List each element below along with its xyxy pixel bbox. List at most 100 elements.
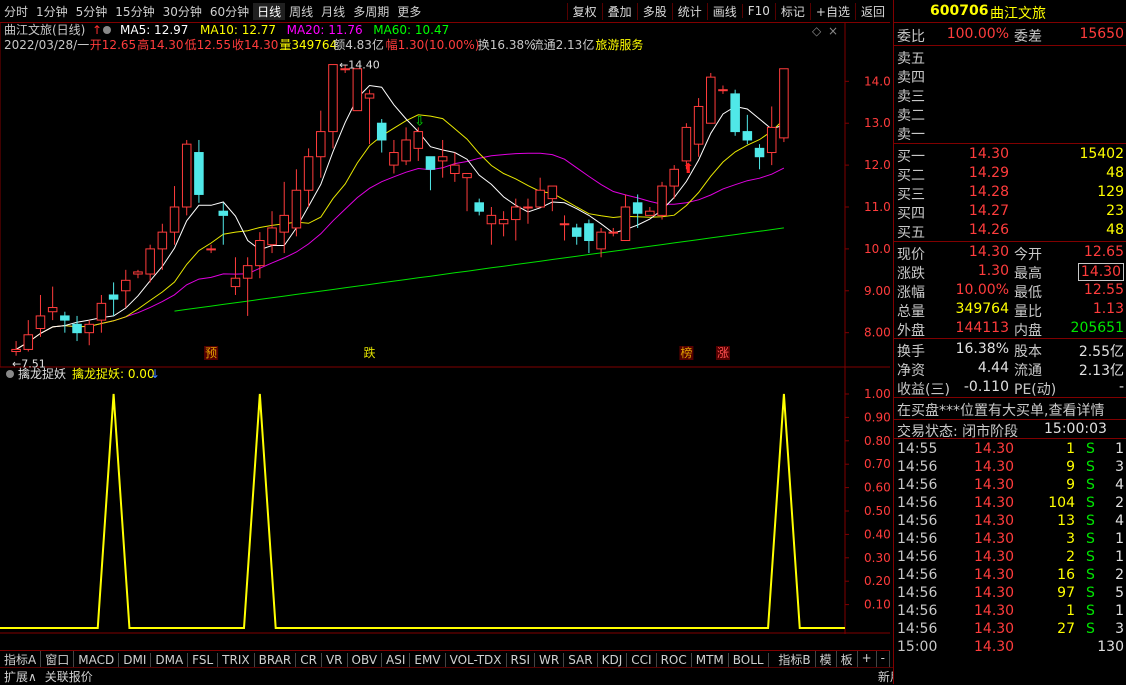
stat-label-2: 今开: [1014, 247, 1042, 263]
indicator-tab-16[interactable]: SAR: [564, 652, 598, 667]
y-tick-label: 14.00: [864, 74, 890, 88]
indicator-tab-17[interactable]: KDJ: [598, 652, 628, 667]
period-tab-7[interactable]: 周线: [285, 3, 317, 20]
bigorder-notice-text[interactable]: 在买盘***位置有大买单,查看详情: [897, 400, 1104, 420]
indicator-tab-4[interactable]: DMA: [151, 652, 189, 667]
tool-button-1[interactable]: 叠加: [601, 2, 637, 20]
candle: [352, 68, 363, 112]
indicator-tab-12[interactable]: EMV: [410, 652, 446, 667]
candle: [133, 269, 143, 279]
period-tab-6[interactable]: 日线: [253, 2, 286, 20]
period-tab-5[interactable]: 60分钟: [206, 3, 253, 20]
candle: [218, 202, 229, 245]
tick-row: 14:56 14.30 9 S 3: [894, 459, 1126, 477]
indicator-tab-14[interactable]: RSI: [507, 652, 536, 667]
kline-svg[interactable]: 曲江文旅(日线) ↑ MA5: 12.97 MA10: 12.77 MA20: 11.7…: [0, 21, 898, 649]
tool-button-6[interactable]: 标记: [774, 2, 810, 20]
indicator-tab-10[interactable]: OBV: [348, 652, 383, 667]
stat2-label-2: 流通: [1014, 363, 1042, 379]
tabs-right-item-4[interactable]: -: [877, 651, 890, 668]
candle-body: [498, 219, 509, 225]
period-tab-0[interactable]: 分时: [0, 3, 32, 20]
candle-body: [218, 210, 229, 216]
indicator-tab-5[interactable]: FSL: [188, 652, 219, 667]
tick-price: 14.30: [974, 495, 1015, 511]
tabs-right-item-2[interactable]: 板: [837, 651, 858, 668]
indicator-tab-3[interactable]: DMI: [119, 652, 152, 667]
indicator-tab-8[interactable]: CR: [296, 652, 322, 667]
candle: [450, 152, 460, 182]
tool-button-7[interactable]: +自选: [809, 2, 855, 20]
candle: [328, 64, 338, 149]
period-tab-1[interactable]: 1分钟: [32, 3, 72, 20]
candle-body: [669, 168, 679, 187]
diamond-icon[interactable]: ◇: [812, 24, 822, 38]
candle-body: [779, 68, 789, 139]
candle-body: [718, 89, 728, 92]
candle: [108, 282, 119, 316]
stat-value: 1.30: [977, 263, 1009, 279]
status-left-1[interactable]: 关联报价: [41, 668, 97, 685]
ind-tick-label: 0.30: [864, 551, 890, 565]
period-tab-3[interactable]: 15分钟: [111, 3, 158, 20]
candle: [535, 177, 545, 208]
candle-body: [72, 323, 82, 334]
period-tab-4[interactable]: 30分钟: [159, 3, 206, 20]
tick-volume: 9: [1066, 459, 1075, 475]
indicator-tab-6[interactable]: TRIX: [218, 652, 255, 667]
candle-body: [571, 227, 582, 237]
indicator-tab-18[interactable]: CCI: [627, 652, 657, 667]
stat-row: 现价 14.30 今开 12.65: [894, 244, 1126, 263]
candle-body: [23, 334, 34, 350]
tick-row: 14:56 14.30 97 S 5: [894, 585, 1126, 603]
tabs-right-item-1[interactable]: 模: [816, 651, 837, 668]
stock-header: 600706 曲江文旅: [894, 3, 1126, 22]
candle: [242, 257, 253, 316]
stat-value-2: 1.13: [1092, 301, 1124, 317]
kline-chart[interactable]: 曲江文旅(日线) ↑ MA5: 12.97 MA10: 12.77 MA20: 11.7…: [0, 21, 898, 649]
candle: [303, 148, 314, 207]
candle: [462, 172, 472, 212]
indicator-tab-7[interactable]: BRAR: [255, 652, 297, 667]
candle: [425, 156, 436, 191]
indicator-tab-15[interactable]: WR: [535, 652, 565, 667]
indicator-tab-20[interactable]: MTM: [692, 652, 729, 667]
period-tab-10[interactable]: 更多: [393, 3, 425, 20]
period-tab-8[interactable]: 月线: [317, 3, 349, 20]
period-tab-9[interactable]: 多周期: [349, 3, 393, 20]
tick-side: S: [1086, 495, 1095, 511]
indicator-tab-0[interactable]: 指标A: [0, 651, 42, 668]
candle-body: [511, 206, 521, 221]
candle-body: [133, 271, 143, 275]
indicator-tab-9[interactable]: VR: [322, 652, 348, 667]
tool-button-0[interactable]: 复权: [566, 2, 602, 20]
buy-level-label: 买一: [897, 149, 925, 165]
bigorder-notice[interactable]: 在买盘***位置有大买单,查看详情: [894, 400, 1126, 420]
tool-button-4[interactable]: 画线: [706, 2, 742, 20]
candle-body: [291, 189, 302, 229]
indicator-tab-19[interactable]: ROC: [657, 652, 692, 667]
status-left-0[interactable]: 扩展∧: [0, 668, 41, 685]
tool-button-3[interactable]: 统计: [671, 2, 707, 20]
tool-button-2[interactable]: 多股: [636, 2, 672, 20]
tabs-right-item-3[interactable]: +: [858, 651, 877, 668]
period-tab-2[interactable]: 5分钟: [72, 3, 112, 20]
tabs-right-item-0[interactable]: 指标B: [774, 651, 816, 668]
close-icon[interactable]: ×: [828, 24, 838, 38]
candle-body: [486, 214, 497, 225]
settings-icon[interactable]: [103, 26, 111, 34]
tick-row: 14:56 14.30 2 S 1: [894, 549, 1126, 567]
candle-body: [194, 152, 204, 195]
candle-body: [157, 231, 168, 250]
indicator-tab-2[interactable]: MACD: [74, 652, 120, 667]
tool-button-5[interactable]: F10: [741, 4, 775, 18]
stat-label: 涨跌: [897, 266, 925, 282]
indicator-settings-icon[interactable]: [6, 370, 14, 378]
indicator-tab-11[interactable]: ASI: [382, 652, 411, 667]
indicator-tab-13[interactable]: VOL-TDX: [446, 652, 507, 667]
candle-body: [645, 210, 655, 216]
indicator-tab-21[interactable]: BOLL: [729, 652, 769, 667]
indicator-tab-1[interactable]: 窗口: [41, 651, 75, 668]
stat-value-2: 205651: [1070, 320, 1124, 336]
tool-button-8[interactable]: 返回: [854, 2, 890, 20]
